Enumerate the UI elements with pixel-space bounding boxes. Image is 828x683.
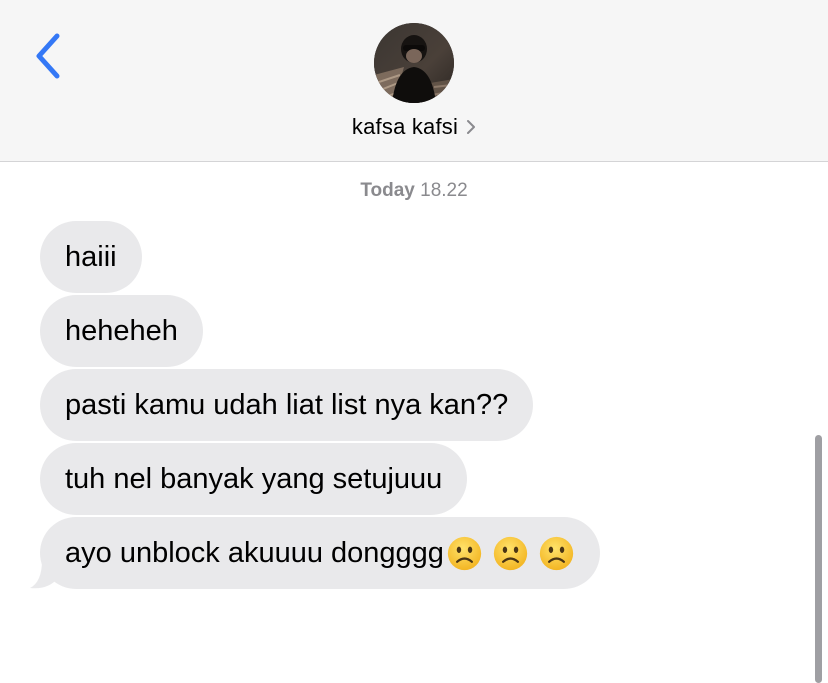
message-text: haiii: [65, 240, 117, 273]
message-text: ayo unblock akuuuu dongggg: [65, 536, 444, 569]
message-bubble[interactable]: tuh nel banyak yang setujuuu: [40, 443, 468, 515]
contact-name: kafsa kafsi: [351, 114, 459, 139]
message-text: pasti kamu udah liat list nya kan??: [65, 388, 509, 421]
message-bubble-last[interactable]: ayo unblock akuuuu dongggg: [40, 517, 600, 589]
conversation-header: kafsa kafsi: [0, 0, 828, 162]
contact-name-button[interactable]: kafsa kafsi: [0, 110, 828, 144]
timestamp-day: Today: [360, 180, 415, 201]
contact-avatar[interactable]: [374, 23, 454, 103]
message-timestamp: Today 18.22: [0, 180, 828, 202]
slightly-frowning-face-icon: [447, 536, 482, 570]
scrollbar[interactable]: [815, 435, 822, 683]
message-text: heheheh: [65, 314, 178, 347]
slightly-frowning-face-icon: [539, 536, 574, 570]
message-bubble[interactable]: haiii: [40, 221, 142, 293]
message-text: tuh nel banyak yang setujuuu: [65, 462, 443, 495]
message-bubble[interactable]: heheheh: [40, 295, 203, 367]
chat-screen: kafsa kafsi Today 18.22 haiii heheheh pa…: [0, 0, 828, 683]
slightly-frowning-face-icon: [493, 536, 528, 570]
back-button[interactable]: [22, 28, 74, 84]
avatar-photo: [374, 23, 454, 103]
chevron-left-icon: [36, 33, 60, 79]
chevron-right-icon: [466, 119, 476, 135]
message-bubble[interactable]: pasti kamu udah liat list nya kan??: [40, 369, 534, 441]
timestamp-time: 18.22: [420, 180, 468, 201]
